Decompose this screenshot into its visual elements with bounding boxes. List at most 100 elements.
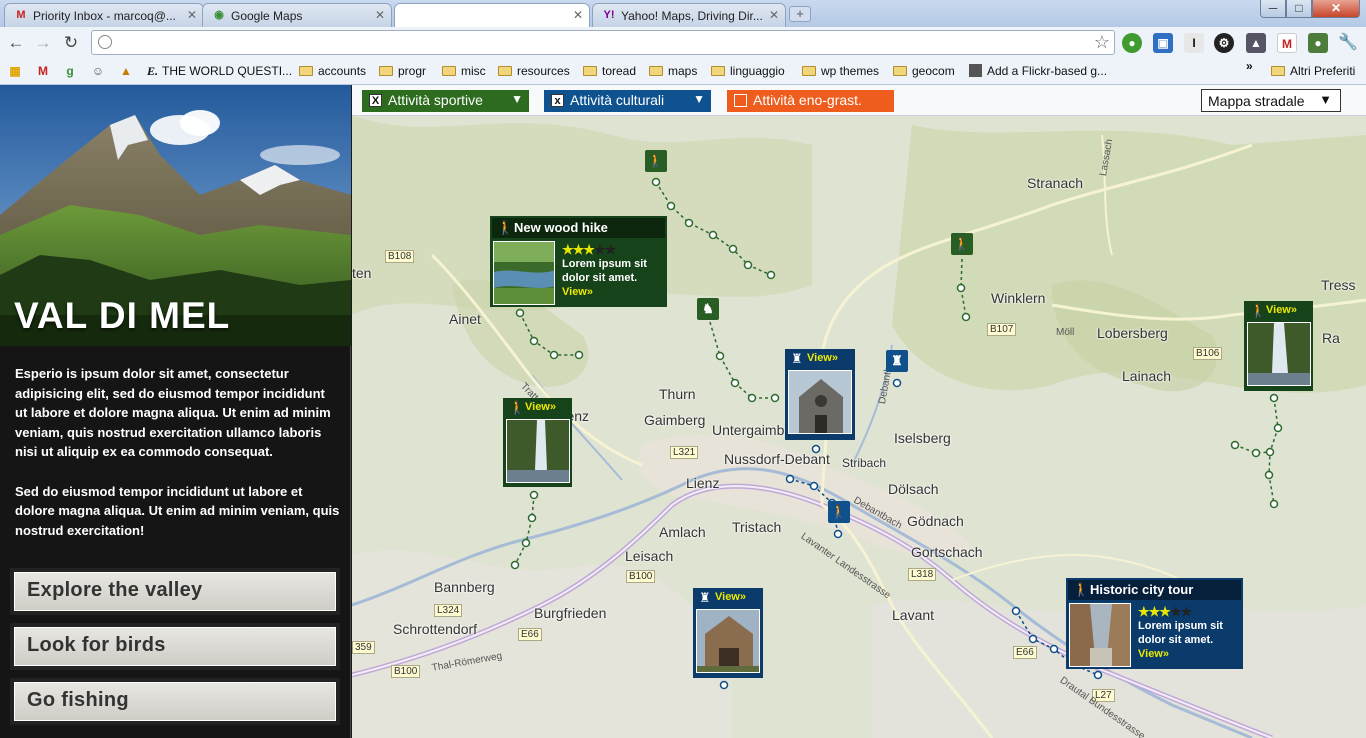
waterfall-photo bbox=[1248, 323, 1310, 385]
poi-card-new-wood-hike[interactable]: 🚶 New wood hike ★★★★★ Lorem ipsum sit do… bbox=[490, 216, 667, 307]
bookmark-world-question[interactable]: E. THE WORLD QUESTI... bbox=[147, 64, 292, 79]
wrench-menu-icon[interactable]: 🔧 bbox=[1338, 33, 1358, 53]
bookmark-site-icon: E. bbox=[147, 64, 159, 78]
walking-tour-marker-icon[interactable]: 🚶 bbox=[828, 501, 850, 523]
bookmark-folder-misc[interactable]: misc bbox=[442, 64, 486, 78]
tab-title: Priority Inbox - marcoq@... bbox=[33, 9, 176, 23]
bookmark-star-icon[interactable]: ☆ bbox=[1094, 32, 1110, 53]
folder-icon bbox=[498, 66, 512, 76]
tab-current[interactable]: ✕ bbox=[394, 3, 590, 27]
window-maximize-button[interactable]: □ bbox=[1286, 0, 1312, 18]
chevron-down-icon: ▼ bbox=[1319, 92, 1332, 107]
tag-extension-icon[interactable]: ▲ bbox=[1246, 33, 1266, 53]
go-fishing-button[interactable]: Go fishing bbox=[10, 678, 340, 725]
close-icon[interactable]: ✕ bbox=[573, 8, 583, 22]
mini-card-view-link[interactable]: View» bbox=[715, 591, 746, 603]
close-icon[interactable]: ✕ bbox=[769, 8, 779, 22]
monument-marker-icon[interactable]: ♜ bbox=[886, 350, 908, 372]
globe-extension-icon[interactable]: ● bbox=[1122, 33, 1142, 53]
window-close-button[interactable]: ✕ bbox=[1312, 0, 1360, 18]
bookmarks-bar: ▦ M g ☺ ▲ E. THE WORLD QUESTI... accounts… bbox=[0, 58, 1366, 85]
bookmark-folder-toread[interactable]: toread bbox=[583, 64, 636, 78]
monument-icon: ♜ bbox=[791, 351, 803, 366]
delicious-bookmark-icon[interactable]: ▲ bbox=[118, 63, 134, 79]
filter-bar: X Attività sportive ▼ x Attività cultura… bbox=[352, 85, 1366, 116]
map-type-select[interactable]: Mappa stradale ▼ bbox=[1201, 89, 1341, 112]
google-bookmark-icon[interactable]: g bbox=[62, 63, 78, 79]
filter-checkbox[interactable]: x bbox=[551, 94, 564, 107]
poi-mini-card-ruins[interactable]: ♜ View» bbox=[693, 588, 763, 678]
bookmark-folder-linguaggio[interactable]: linguaggio bbox=[711, 64, 785, 78]
star-rating: ★★★★★ bbox=[1138, 604, 1192, 619]
gmail-checker-icon[interactable]: M bbox=[1277, 33, 1297, 53]
reddit-bookmark-icon[interactable]: ☺ bbox=[90, 63, 106, 79]
screen-capture-icon[interactable]: ▣ bbox=[1153, 33, 1173, 53]
mini-card-head: ♜ View» bbox=[787, 351, 853, 369]
bookmark-folder-geocom[interactable]: geocom bbox=[893, 64, 955, 78]
horse-riding-marker-icon[interactable]: ♞ bbox=[697, 298, 719, 320]
bookmark-flickr[interactable]: Add a Flickr-based g... bbox=[969, 64, 1107, 78]
description: Esperio is ipsum dolor sit amet, consect… bbox=[15, 364, 340, 560]
tab-google-maps[interactable]: ◉ Google Maps ✕ bbox=[202, 3, 392, 27]
filter-checkbox[interactable]: X bbox=[369, 94, 382, 107]
mini-card-view-link[interactable]: View» bbox=[1266, 304, 1297, 316]
yahoo-icon: Y! bbox=[603, 9, 615, 21]
filter-cultural-activities[interactable]: x Attività culturali ▼ bbox=[544, 90, 711, 112]
tab-gmail[interactable]: M Priority Inbox - marcoq@... ✕ bbox=[4, 3, 204, 27]
card-view-link[interactable]: View» bbox=[562, 285, 662, 299]
bookmark-folder-resources[interactable]: resources bbox=[498, 64, 570, 78]
map-area[interactable]: Stranach Winklern Lobersberg Lainach Tre… bbox=[352, 85, 1366, 738]
folder-icon bbox=[649, 66, 663, 76]
hiking-marker-icon[interactable]: 🚶 bbox=[951, 233, 973, 255]
place-label: Lienz bbox=[686, 475, 720, 491]
chevron-down-icon: ▼ bbox=[693, 92, 705, 106]
google-maps-icon: ◉ bbox=[214, 9, 224, 21]
address-bar[interactable]: ☆ bbox=[91, 30, 1115, 55]
close-icon[interactable]: ✕ bbox=[375, 8, 385, 22]
filter-sport-activities[interactable]: X Attività sportive ▼ bbox=[362, 90, 529, 112]
hiking-marker-icon[interactable]: 🚶 bbox=[645, 150, 667, 172]
forward-arrow-icon[interactable]: → bbox=[33, 33, 53, 53]
hiking-icon: 🚶 bbox=[509, 400, 526, 415]
mini-card-view-link[interactable]: View» bbox=[525, 401, 556, 413]
poi-mini-card-church[interactable]: ♜ View» bbox=[785, 349, 855, 440]
back-arrow-icon[interactable]: ← bbox=[6, 33, 26, 53]
poi-mini-card-waterfall-east[interactable]: 🚶 View» bbox=[1244, 301, 1313, 391]
mini-card-thumbnail bbox=[1247, 322, 1311, 386]
bookmark-folder-maps[interactable]: maps bbox=[649, 64, 697, 78]
gmail-bookmark-icon[interactable]: M bbox=[35, 63, 51, 79]
chevron-down-icon: ▼ bbox=[511, 92, 523, 106]
description-paragraph: Esperio is ipsum dolor sit amet, consect… bbox=[15, 366, 331, 460]
mini-card-thumbnail bbox=[788, 370, 852, 434]
road-shield: B107 bbox=[987, 323, 1017, 336]
mini-card-thumbnail bbox=[506, 419, 570, 483]
place-label: Thurn bbox=[659, 386, 696, 402]
poi-mini-card-waterfall[interactable]: 🚶 View» bbox=[503, 398, 572, 487]
photos-bookmark-icon[interactable]: ▦ bbox=[7, 63, 23, 79]
explore-valley-button[interactable]: Explore the valley bbox=[10, 568, 340, 615]
card-view-link[interactable]: View» bbox=[1138, 647, 1238, 661]
filter-checkbox[interactable] bbox=[734, 94, 747, 107]
instapaper-icon[interactable]: I bbox=[1184, 33, 1204, 53]
place-label: Lavant bbox=[892, 607, 935, 623]
folder-icon bbox=[299, 66, 313, 76]
bookmark-folder-wp-themes[interactable]: wp themes bbox=[802, 64, 879, 78]
settings-gear-icon[interactable]: ⚙ bbox=[1214, 33, 1234, 53]
look-for-birds-button[interactable]: Look for birds bbox=[10, 623, 340, 670]
star-rating: ★★★★★ bbox=[562, 242, 616, 257]
bookmark-folder-accounts[interactable]: accounts bbox=[299, 64, 366, 78]
bookmarks-overflow-chevron[interactable]: » bbox=[1246, 59, 1253, 73]
address-input[interactable] bbox=[118, 34, 1078, 52]
reload-icon[interactable]: ↻ bbox=[61, 33, 81, 53]
bookmark-folder-progr[interactable]: progr bbox=[379, 64, 426, 78]
evernote-icon[interactable]: ● bbox=[1308, 33, 1328, 53]
filter-food-wine-activities[interactable]: Attività eno-grast. bbox=[727, 90, 894, 112]
map-type-value: Mappa stradale bbox=[1208, 93, 1305, 109]
window-minimize-button[interactable]: ─ bbox=[1260, 0, 1286, 18]
new-tab-button[interactable]: + bbox=[789, 6, 811, 22]
mini-card-view-link[interactable]: View» bbox=[807, 352, 838, 364]
close-icon[interactable]: ✕ bbox=[187, 8, 197, 22]
tab-yahoo-maps[interactable]: Y! Yahoo! Maps, Driving Dir... ✕ bbox=[592, 3, 786, 27]
bookmark-folder-other[interactable]: Altri Preferiti bbox=[1271, 64, 1355, 78]
poi-card-historic-city-tour[interactable]: 🚶 Historic city tour ★★★★★ Lorem ipsum s… bbox=[1066, 578, 1243, 669]
